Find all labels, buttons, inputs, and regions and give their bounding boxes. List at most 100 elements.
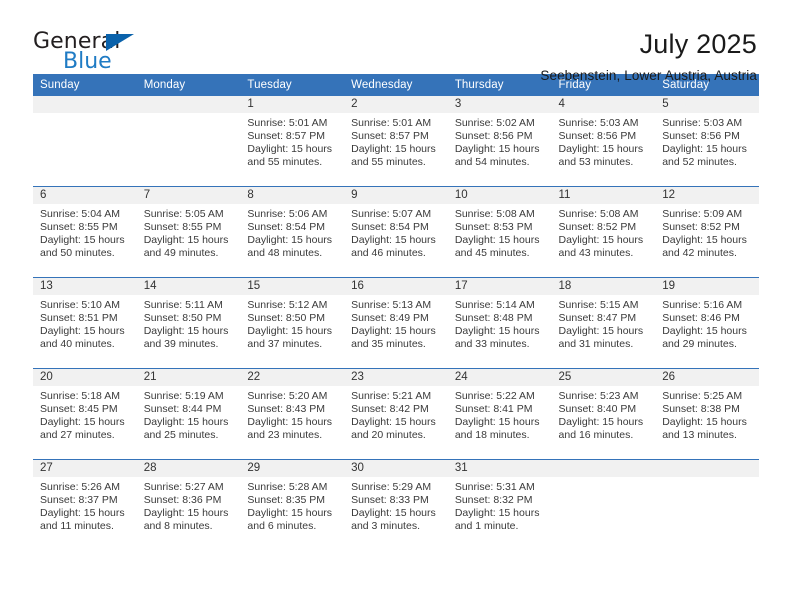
day-details: Sunrise: 5:12 AM Sunset: 8:50 PM Daylight:… bbox=[240, 295, 344, 351]
calendar-grid: Sunday Monday Tuesday Wednesday Thursday… bbox=[33, 74, 759, 550]
calendar-day-cell[interactable]: 30 Sunrise: 5:29 AM Sunset: 8:33 PM Dayligh… bbox=[344, 459, 448, 550]
calendar-day-cell[interactable]: 23 Sunrise: 5:21 AM Sunset: 8:42 PM Dayligh… bbox=[344, 368, 448, 460]
sunset-time: Sunset: 8:37 PM bbox=[40, 494, 118, 507]
calendar-day-cell[interactable]: 17 Sunrise: 5:14 AM Sunset: 8:48 PM Dayligh… bbox=[447, 277, 552, 369]
sunrise-time: Sunrise: 5:28 AM bbox=[247, 481, 328, 493]
daylight-duration-line2: and 11 minutes. bbox=[40, 520, 114, 533]
sunset-time: Sunset: 8:56 PM bbox=[558, 130, 637, 143]
daylight-duration-line2: and 55 minutes. bbox=[351, 156, 426, 169]
day-number: 24 bbox=[447, 369, 552, 386]
title-block: July 2025 Seebenstein, Lower Austria, Au… bbox=[540, 29, 759, 85]
day-details: Sunrise: 5:01 AM Sunset: 8:57 PM Daylight:… bbox=[240, 113, 344, 169]
sunrise-time: Sunrise: 5:18 AM bbox=[40, 390, 120, 402]
daylight-duration-line1: Daylight: 15 hours bbox=[662, 234, 747, 247]
sunrise-time: Sunrise: 5:21 AM bbox=[351, 390, 432, 402]
general-blue-logo[interactable]: General Blue bbox=[33, 29, 163, 77]
day-details: Sunrise: 5:10 AM Sunset: 8:51 PM Daylight:… bbox=[33, 295, 137, 351]
daylight-duration-line2: and 37 minutes. bbox=[247, 338, 323, 351]
daylight-duration-line2: and 43 minutes. bbox=[558, 247, 634, 260]
calendar-day-cell[interactable]: 18 Sunrise: 5:15 AM Sunset: 8:47 PM Dayligh… bbox=[551, 277, 656, 369]
daylight-duration-line2: and 3 minutes. bbox=[351, 520, 420, 533]
calendar-day-cell[interactable]: 7 Sunrise: 5:05 AM Sunset: 8:55 PM Daylight… bbox=[136, 186, 241, 278]
sunrise-time: Sunrise: 5:11 AM bbox=[143, 299, 223, 311]
calendar-day-cell[interactable]: 25 Sunrise: 5:23 AM Sunset: 8:40 PM Dayligh… bbox=[551, 368, 656, 460]
daylight-duration-line1: Daylight: 15 hours bbox=[454, 507, 540, 520]
calendar-day-cell[interactable]: 24 Sunrise: 5:22 AM Sunset: 8:41 PM Dayligh… bbox=[447, 368, 552, 460]
daylight-duration-line2: and 54 minutes. bbox=[454, 156, 530, 169]
daylight-duration-line1: Daylight: 15 hours bbox=[351, 507, 436, 520]
daylight-duration-line1: Daylight: 15 hours bbox=[454, 325, 540, 338]
calendar-day-cell[interactable]: 3 Sunrise: 5:02 AM Sunset: 8:56 PM Daylight… bbox=[447, 96, 552, 187]
calendar-day-cell[interactable]: 8 Sunrise: 5:06 AM Sunset: 8:54 PM Daylight… bbox=[240, 186, 345, 278]
day-number: 13 bbox=[33, 278, 137, 295]
daylight-duration-line1: Daylight: 15 hours bbox=[40, 416, 125, 429]
sunset-time: Sunset: 8:54 PM bbox=[247, 221, 326, 234]
calendar-day-cell[interactable]: 13 Sunrise: 5:10 AM Sunset: 8:51 PM Dayligh… bbox=[33, 277, 137, 369]
calendar-day-cell[interactable]: 28 Sunrise: 5:27 AM Sunset: 8:36 PM Dayligh… bbox=[136, 459, 241, 550]
calendar-day-cell[interactable]: 19 Sunrise: 5:16 AM Sunset: 8:46 PM Dayligh… bbox=[655, 277, 759, 369]
daylight-duration-line2: and 49 minutes. bbox=[143, 247, 219, 260]
sunset-time: Sunset: 8:56 PM bbox=[454, 130, 533, 143]
day-number: 10 bbox=[447, 187, 552, 204]
day-number: 1 bbox=[240, 96, 345, 113]
daylight-duration-line1: Daylight: 15 hours bbox=[143, 325, 229, 338]
sunrise-time: Sunrise: 5:05 AM bbox=[143, 208, 224, 220]
day-details: Sunrise: 5:26 AM Sunset: 8:37 PM Daylight:… bbox=[33, 477, 137, 533]
calendar-day-cell[interactable]: 12 Sunrise: 5:09 AM Sunset: 8:52 PM Dayligh… bbox=[655, 186, 759, 278]
calendar-day-cell[interactable]: 10 Sunrise: 5:08 AM Sunset: 8:53 PM Dayligh… bbox=[447, 186, 552, 278]
daylight-duration-line1: Daylight: 15 hours bbox=[351, 143, 436, 156]
sunrise-time: Sunrise: 5:08 AM bbox=[454, 208, 535, 220]
sunrise-time: Sunrise: 5:01 AM bbox=[351, 117, 432, 129]
daylight-duration-line2: and 52 minutes. bbox=[662, 156, 737, 169]
sunset-time: Sunset: 8:47 PM bbox=[558, 312, 637, 325]
calendar-day-cell[interactable]: 5 Sunrise: 5:03 AM Sunset: 8:56 PM Daylight… bbox=[655, 96, 759, 187]
calendar-week-row: 1 Sunrise: 5:01 AM Sunset: 8:57 PM Daylight… bbox=[33, 96, 759, 187]
sunset-time: Sunset: 8:32 PM bbox=[454, 494, 533, 507]
daylight-duration-line2: and 16 minutes. bbox=[558, 429, 634, 442]
daylight-duration-line2: and 55 minutes. bbox=[247, 156, 323, 169]
calendar-day-cell[interactable]: 20 Sunrise: 5:18 AM Sunset: 8:45 PM Dayligh… bbox=[33, 368, 137, 460]
daylight-duration-line1: Daylight: 15 hours bbox=[558, 143, 644, 156]
calendar-day-cell[interactable]: 2 Sunrise: 5:01 AM Sunset: 8:57 PM Daylight… bbox=[344, 96, 448, 187]
daylight-duration-line1: Daylight: 15 hours bbox=[558, 416, 644, 429]
calendar-week-row: 27 Sunrise: 5:26 AM Sunset: 8:37 PM Dayligh… bbox=[33, 459, 759, 550]
calendar-day-cell[interactable]: 31 Sunrise: 5:31 AM Sunset: 8:32 PM Dayligh… bbox=[447, 459, 552, 550]
day-details: Sunrise: 5:13 AM Sunset: 8:49 PM Daylight:… bbox=[344, 295, 448, 351]
calendar-day-cell[interactable]: 6 Sunrise: 5:04 AM Sunset: 8:55 PM Daylight… bbox=[33, 186, 137, 278]
day-details: Sunrise: 5:04 AM Sunset: 8:55 PM Daylight:… bbox=[33, 204, 137, 260]
day-number: 4 bbox=[551, 96, 656, 113]
calendar-day-cell[interactable]: 21 Sunrise: 5:19 AM Sunset: 8:44 PM Dayligh… bbox=[136, 368, 241, 460]
day-number: 22 bbox=[240, 369, 345, 386]
calendar-day-cell[interactable]: 29 Sunrise: 5:28 AM Sunset: 8:35 PM Dayligh… bbox=[240, 459, 345, 550]
calendar-day-cell[interactable]: 22 Sunrise: 5:20 AM Sunset: 8:43 PM Dayligh… bbox=[240, 368, 345, 460]
sunset-time: Sunset: 8:48 PM bbox=[454, 312, 533, 325]
sunset-time: Sunset: 8:57 PM bbox=[351, 130, 429, 143]
day-number: 3 bbox=[447, 96, 552, 113]
day-number bbox=[33, 96, 137, 113]
sunrise-time: Sunrise: 5:03 AM bbox=[662, 117, 743, 129]
calendar-week-row: 6 Sunrise: 5:04 AM Sunset: 8:55 PM Daylight… bbox=[33, 186, 759, 278]
day-number: 16 bbox=[344, 278, 448, 295]
logo-text-blue: Blue bbox=[63, 49, 112, 74]
daylight-duration-line2: and 39 minutes. bbox=[143, 338, 219, 351]
day-number: 31 bbox=[447, 460, 552, 477]
calendar-day-cell[interactable]: 4 Sunrise: 5:03 AM Sunset: 8:56 PM Daylight… bbox=[551, 96, 656, 187]
daylight-duration-line1: Daylight: 15 hours bbox=[247, 325, 333, 338]
day-details: Sunrise: 5:23 AM Sunset: 8:40 PM Daylight:… bbox=[552, 386, 656, 442]
calendar-day-cell[interactable]: 16 Sunrise: 5:13 AM Sunset: 8:49 PM Dayligh… bbox=[344, 277, 448, 369]
calendar-day-cell[interactable]: 1 Sunrise: 5:01 AM Sunset: 8:57 PM Daylight… bbox=[240, 96, 345, 187]
sunset-time: Sunset: 8:55 PM bbox=[40, 221, 118, 234]
daylight-duration-line2: and 42 minutes. bbox=[662, 247, 737, 260]
daylight-duration-line1: Daylight: 15 hours bbox=[662, 143, 747, 156]
calendar-day-cell[interactable]: 15 Sunrise: 5:12 AM Sunset: 8:50 PM Dayligh… bbox=[240, 277, 345, 369]
calendar-day-cell[interactable]: 9 Sunrise: 5:07 AM Sunset: 8:54 PM Daylight… bbox=[344, 186, 448, 278]
sunset-time: Sunset: 8:57 PM bbox=[247, 130, 326, 143]
day-details: Sunrise: 5:27 AM Sunset: 8:36 PM Daylight:… bbox=[137, 477, 241, 533]
calendar-day-cell[interactable]: 27 Sunrise: 5:26 AM Sunset: 8:37 PM Dayligh… bbox=[33, 459, 137, 550]
sunset-time: Sunset: 8:40 PM bbox=[558, 403, 637, 416]
calendar-day-cell[interactable]: 26 Sunrise: 5:25 AM Sunset: 8:38 PM Dayligh… bbox=[655, 368, 759, 460]
daylight-duration-line2: and 6 minutes. bbox=[247, 520, 317, 533]
calendar-day-cell[interactable]: 14 Sunrise: 5:11 AM Sunset: 8:50 PM Dayligh… bbox=[136, 277, 241, 369]
sunrise-time: Sunrise: 5:04 AM bbox=[40, 208, 120, 220]
calendar-day-cell[interactable]: 11 Sunrise: 5:08 AM Sunset: 8:52 PM Dayligh… bbox=[551, 186, 656, 278]
